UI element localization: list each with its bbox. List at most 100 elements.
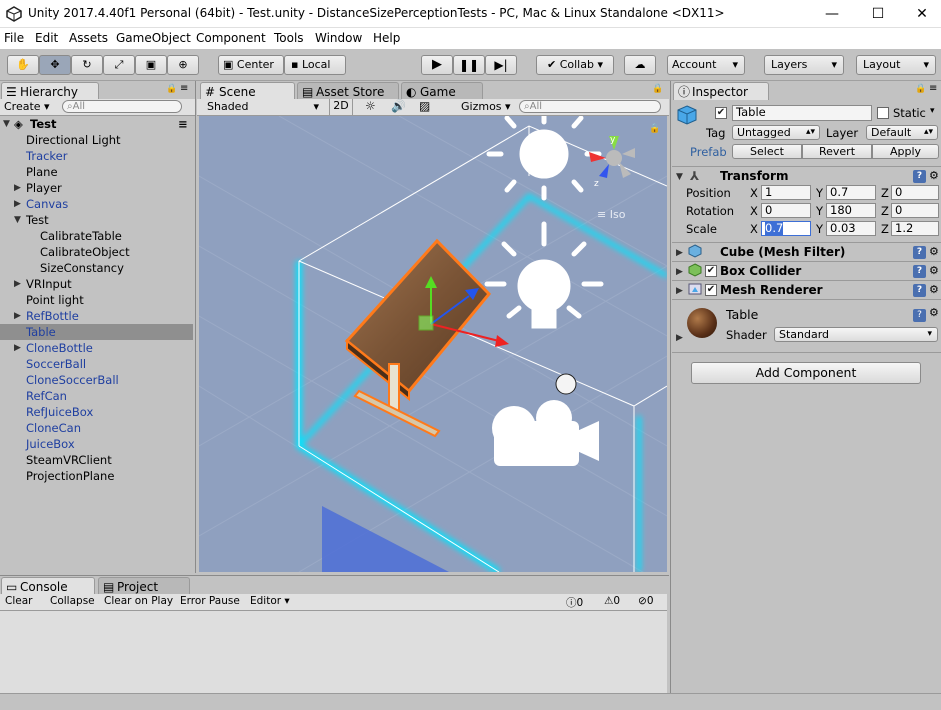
transform-tool-button[interactable]: ⊕	[167, 55, 199, 75]
lock-icon[interactable]: 🔒	[915, 84, 926, 94]
scale-x-field[interactable]: 0.7	[761, 221, 811, 236]
audio-toggle-icon[interactable]: 🔊	[391, 99, 406, 113]
hierarchy-item[interactable]: Directional Light	[0, 132, 193, 148]
step-button[interactable]: ▶|	[485, 55, 517, 75]
hierarchy-item[interactable]: ▶ CloneBottle	[0, 340, 193, 356]
effects-toggle-icon[interactable]: ▨	[419, 99, 430, 113]
help-icon[interactable]: ?	[913, 284, 926, 297]
static-checkbox[interactable]	[877, 107, 889, 119]
collapsed-arrow-icon[interactable]: ▶	[14, 276, 21, 292]
add-component-button[interactable]: Add Component	[691, 362, 921, 384]
tab-scene[interactable]: # Scene	[200, 82, 295, 100]
rotation-z-field[interactable]: 0	[891, 203, 939, 218]
warning-filter-button[interactable]: ⚠0	[604, 595, 620, 607]
tab-hierarchy[interactable]: ☰ Hierarchy	[1, 82, 99, 100]
prefab-apply-button[interactable]: Apply	[872, 144, 939, 159]
tab-console[interactable]: ▭ Console	[1, 577, 95, 595]
help-icon[interactable]: ?	[913, 265, 926, 278]
hierarchy-item[interactable]: ProjectionPlane	[0, 468, 193, 484]
info-filter-button[interactable]: ⓘ0	[566, 595, 583, 610]
tag-dropdown[interactable]: Untagged ▴▾	[732, 125, 820, 140]
hierarchy-item[interactable]: CalibrateObject	[0, 244, 193, 260]
hand-tool-button[interactable]: ✋	[7, 55, 39, 75]
layers-dropdown[interactable]: Layers ▾	[764, 55, 844, 75]
gizmo-lock-icon[interactable]: 🔒	[649, 124, 660, 134]
menu-assets[interactable]: Assets	[69, 31, 108, 45]
panel-menu-icon[interactable]: ≡	[929, 83, 937, 94]
editor-dropdown[interactable]: Editor ▾	[250, 595, 290, 607]
menu-file[interactable]: File	[4, 31, 24, 45]
collapsed-arrow-icon[interactable]: ▶	[14, 180, 21, 196]
scene-menu-icon[interactable]: ≡	[178, 116, 188, 132]
2d-toggle-button[interactable]: 2D	[329, 99, 353, 115]
settings-gear-icon[interactable]: ⚙	[929, 167, 939, 185]
hierarchy-item[interactable]: ▶ RefBottle	[0, 308, 193, 324]
scene-root-row[interactable]: ▼ ◈ Test ≡	[0, 116, 193, 132]
tab-project[interactable]: ▤ Project	[98, 577, 190, 595]
error-pause-button[interactable]: Error Pause	[180, 595, 240, 607]
settings-gear-icon[interactable]: ⚙	[929, 262, 939, 280]
help-icon[interactable]: ?	[913, 309, 926, 322]
sun-light-icon[interactable]	[486, 116, 602, 201]
hierarchy-item[interactable]: ▶ VRInput	[0, 276, 193, 292]
hierarchy-search-input[interactable]: ⌕All	[62, 100, 182, 113]
prefab-revert-button[interactable]: Revert	[802, 144, 872, 159]
error-filter-button[interactable]: ⊘0	[638, 595, 654, 607]
position-z-field[interactable]: 0	[891, 185, 939, 200]
material-foldout-arrow[interactable]: ▶	[676, 333, 683, 343]
rotation-y-field[interactable]: 180	[826, 203, 876, 218]
scale-y-field[interactable]: 0.03	[826, 221, 876, 236]
clear-button[interactable]: Clear	[5, 595, 32, 607]
account-dropdown[interactable]: Account ▾	[667, 55, 745, 75]
hierarchy-item[interactable]: Table	[0, 324, 193, 340]
hierarchy-item[interactable]: CloneSoccerBall	[0, 372, 193, 388]
hierarchy-item[interactable]: Point light	[0, 292, 193, 308]
rotate-tool-button[interactable]: ↻	[71, 55, 103, 75]
settings-gear-icon[interactable]: ⚙	[929, 243, 939, 261]
material-preview-sphere[interactable]	[687, 308, 717, 338]
maximize-button[interactable]: ☐	[855, 0, 901, 28]
hierarchy-item[interactable]: SoccerBall	[0, 356, 193, 372]
lighting-toggle-icon[interactable]: ☼	[365, 99, 376, 113]
position-y-field[interactable]: 0.7	[826, 185, 876, 200]
mesh-filter-header[interactable]: ▶ Cube (Mesh Filter) ? ⚙	[672, 242, 941, 261]
cloud-button[interactable]: ☁	[624, 55, 656, 75]
prefab-select-button[interactable]: Select	[732, 144, 802, 159]
static-dropdown-arrow-icon[interactable]: ▾	[930, 106, 935, 116]
menu-help[interactable]: Help	[373, 31, 400, 45]
orientation-gizmo[interactable]: y z	[589, 135, 635, 189]
pivot-space-button[interactable]: ▪ Local	[284, 55, 346, 75]
hierarchy-item[interactable]: ▼ Test	[0, 212, 193, 228]
play-button[interactable]: ▶	[421, 55, 453, 75]
box-collider-header[interactable]: ▶ ✔ Box Collider ? ⚙	[672, 261, 941, 280]
settings-gear-icon[interactable]: ⚙	[929, 306, 939, 319]
console-log-area[interactable]	[0, 611, 667, 694]
hierarchy-item[interactable]: RefJuiceBox	[0, 404, 193, 420]
scene-viewport[interactable]: y z ≡ Iso 🔒	[199, 116, 667, 572]
projection-label[interactable]: ≡ Iso	[597, 208, 625, 221]
scale-z-field[interactable]: 1.2	[891, 221, 939, 236]
collapsed-arrow-icon[interactable]: ▶	[14, 308, 21, 324]
move-tool-button[interactable]: ✥	[39, 55, 71, 75]
close-button[interactable]: ✕	[899, 0, 941, 28]
expanded-arrow-icon[interactable]: ▼	[14, 212, 21, 228]
mesh-renderer-header[interactable]: ▶ ✔ Mesh Renderer ? ⚙	[672, 280, 941, 299]
pivot-center-button[interactable]: ▣ Center	[218, 55, 284, 75]
panel-menu-icon[interactable]: ≡	[180, 83, 188, 94]
tab-inspector[interactable]: ⓘ Inspector	[673, 82, 769, 100]
hierarchy-item[interactable]: ▶ Player	[0, 180, 193, 196]
rect-tool-button[interactable]: ▣	[135, 55, 167, 75]
menu-component[interactable]: Component	[196, 31, 266, 45]
shader-dropdown[interactable]: Standard ▾	[774, 327, 938, 342]
menu-edit[interactable]: Edit	[35, 31, 58, 45]
scene-search-input[interactable]: ⌕All	[519, 100, 661, 113]
hierarchy-item[interactable]: CalibrateTable	[0, 228, 193, 244]
shading-mode-dropdown[interactable]: Shaded ▾	[207, 100, 321, 113]
hierarchy-item[interactable]: SteamVRClient	[0, 452, 193, 468]
layout-dropdown[interactable]: Layout ▾	[856, 55, 936, 75]
menu-gameobject[interactable]: GameObject	[116, 31, 191, 45]
hierarchy-item[interactable]: RefCan	[0, 388, 193, 404]
position-x-field[interactable]: 1	[761, 185, 811, 200]
hierarchy-item[interactable]: SizeConstancy	[0, 260, 193, 276]
help-icon[interactable]: ?	[913, 246, 926, 259]
